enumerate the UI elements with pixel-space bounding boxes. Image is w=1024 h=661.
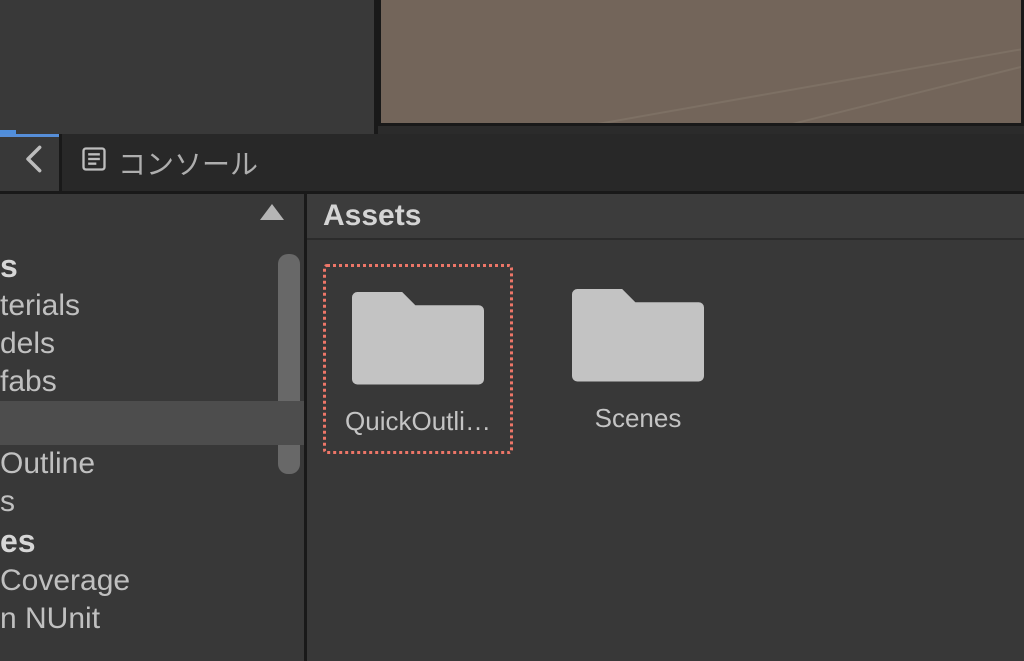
tab-project-active[interactable] — [0, 134, 62, 191]
folder-item-quickoutline[interactable]: QuickOutli… — [323, 264, 513, 454]
chevron-left-icon — [23, 145, 47, 180]
collapse-up-icon[interactable] — [260, 204, 284, 220]
tree-item[interactable]: es — [0, 521, 304, 562]
tree-item[interactable]: Outline — [0, 445, 304, 483]
folder-label: QuickOutli… — [345, 406, 491, 437]
assets-grid[interactable]: QuickOutli… Scenes — [307, 240, 1024, 661]
tree-item[interactable]: s — [0, 483, 304, 521]
tree-item[interactable]: dels — [0, 325, 304, 363]
scene-grid-line — [378, 0, 1024, 126]
console-icon — [80, 145, 108, 180]
tree-item[interactable]: fabs — [0, 363, 304, 401]
folder-icon — [352, 273, 484, 388]
tree-item-selected[interactable] — [0, 401, 304, 445]
tree-item[interactable]: n NUnit — [0, 600, 304, 638]
bottom-panel-tabs: コンソール — [0, 134, 1024, 194]
top-split — [0, 0, 1024, 134]
project-tree-column: s terials dels fabs Outline s es Coverag… — [0, 194, 304, 661]
folder-icon — [572, 270, 704, 385]
tree-item[interactable]: s — [0, 246, 304, 287]
breadcrumb[interactable]: Assets — [307, 194, 1024, 240]
breadcrumb-label: Assets — [323, 199, 421, 233]
top-left-void-panel — [0, 0, 378, 134]
tab-console-label: コンソール — [118, 143, 258, 183]
tab-console[interactable]: コンソール — [62, 134, 276, 191]
project-panel: s terials dels fabs Outline s es Coverag… — [0, 194, 1024, 661]
project-content-column: Assets QuickOutli… Scenes — [304, 194, 1024, 661]
folder-label: Scenes — [595, 403, 682, 434]
project-tree[interactable]: s terials dels fabs Outline s es Coverag… — [0, 240, 304, 661]
tree-item[interactable]: Coverage — [0, 562, 304, 600]
scene-viewport[interactable] — [378, 0, 1024, 126]
folder-item-scenes[interactable]: Scenes — [543, 264, 733, 448]
tree-item[interactable]: terials — [0, 287, 304, 325]
scene-grid-line — [378, 0, 1024, 126]
